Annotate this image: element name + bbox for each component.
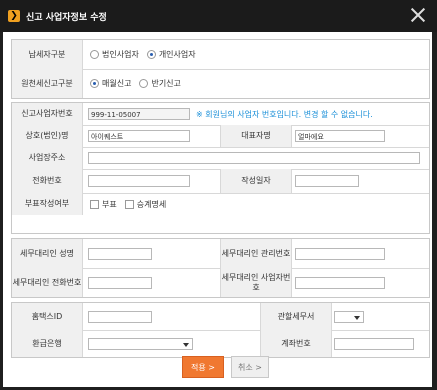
checkbox-icon: [124, 199, 134, 209]
hometax-id-input[interactable]: [88, 310, 152, 323]
agent-mgmt-no-label: 세무대리인 관리번호: [220, 239, 292, 268]
monthly-radio-label: 매월신고: [102, 79, 132, 88]
corporate-radio[interactable]: 법인사업자: [90, 49, 139, 60]
semiannual-radio[interactable]: 반기신고: [139, 78, 181, 89]
address-row: 사업장주소: [12, 147, 429, 170]
tax-agent-group: 세무대리인 성명 세무대리인 관리번호 세무대리인 전화번호 세무대리인 사업자…: [11, 238, 430, 298]
monthly-radio[interactable]: 매월신고: [90, 78, 131, 89]
address-input[interactable]: [88, 152, 420, 164]
agent-phone-input[interactable]: [88, 276, 152, 289]
business-no-row: 신고사업자번호 999-11-05007 ※ 회원님의 사업자 번호입니다. 변…: [12, 103, 429, 126]
refund-bank-select[interactable]: [88, 337, 193, 350]
taxpayer-type-label: 납세자구분: [12, 40, 83, 69]
succession-checkbox[interactable]: 승계명세: [124, 199, 167, 210]
close-icon[interactable]: [409, 6, 427, 24]
phone-row: 전화번호 작성일자: [12, 169, 429, 194]
phone-label: 전화번호: [12, 169, 83, 193]
hometax-id-label: 홈택스ID: [12, 303, 83, 330]
company-name-input[interactable]: 아이퀘스트: [88, 130, 190, 142]
business-no-field: 999-11-05007: [88, 108, 190, 120]
hometax-row: 홈택스ID 관할세무서: [12, 303, 429, 331]
app-logo-icon: ❯: [8, 10, 20, 22]
radio-checked-icon: [90, 79, 99, 88]
account-no-input[interactable]: [334, 337, 414, 350]
dialog-content: 납세자구분 법인사업자 개인사업자 원천세신고구분 매월신고 반기신고 신고사업…: [3, 32, 432, 387]
attachments-label: 부표작성여부: [12, 193, 83, 215]
company-row: 상호(법인)명 아이퀘스트 대표자명 얼마에요: [12, 125, 429, 148]
company-name-label: 상호(법인)명: [12, 125, 83, 147]
taxpayer-group: 납세자구분 법인사업자 개인사업자 원천세신고구분 매월신고 반기신고: [11, 39, 430, 99]
radio-checked-icon: [146, 50, 156, 59]
attachment-checkbox-label: 부표: [102, 199, 117, 209]
semiannual-radio-label: 반기신고: [151, 79, 181, 88]
radio-icon: [90, 50, 99, 59]
agent-mgmt-no-input[interactable]: [295, 247, 385, 260]
agent-phone-label: 세무대리인 전화번호: [12, 268, 83, 297]
bank-row: 환급은행 계좌번호: [12, 330, 429, 357]
representative-label: 대표자명: [220, 125, 292, 147]
agent-name-input[interactable]: [88, 247, 152, 260]
representative-input[interactable]: 얼마에요: [295, 130, 385, 142]
date-label: 작성일자: [220, 169, 292, 193]
corporate-radio-label: 법인사업자: [102, 50, 139, 59]
radio-icon: [139, 79, 149, 88]
withholding-type-label: 원천세신고구분: [12, 69, 83, 98]
succession-checkbox-label: 승계명세: [136, 199, 167, 209]
attachments-row: 부표작성여부 부표 승계명세: [12, 193, 429, 233]
refund-bank-label: 환급은행: [12, 330, 83, 357]
attachment-checkbox[interactable]: 부표: [90, 199, 117, 210]
agent-biz-no-label: 세무대리인 사업자번호: [220, 268, 292, 297]
individual-radio-label: 개인사업자: [158, 50, 196, 59]
business-no-label: 신고사업자번호: [12, 103, 83, 125]
cancel-button[interactable]: 취소 >: [231, 356, 269, 378]
window-title: 신고 사업자정보 수정: [26, 13, 107, 23]
agent-row-1: 세무대리인 성명 세무대리인 관리번호: [12, 239, 429, 269]
agent-row-2: 세무대리인 전화번호 세무대리인 사업자번호: [12, 268, 429, 297]
address-label: 사업장주소: [12, 147, 83, 169]
apply-button[interactable]: 적용 >: [182, 356, 224, 378]
agent-biz-no-input[interactable]: [295, 276, 385, 289]
tax-office-label: 관할세무서: [260, 303, 332, 330]
date-input[interactable]: [295, 175, 359, 187]
agent-name-label: 세무대리인 성명: [12, 239, 83, 268]
taxpayer-type-row: 납세자구분 법인사업자 개인사업자: [12, 40, 429, 70]
title-bar: ❯ 신고 사업자정보 수정: [0, 0, 437, 32]
tax-office-select[interactable]: [334, 310, 364, 323]
checkbox-icon: [90, 199, 99, 209]
business-info-group: 신고사업자번호 999-11-05007 ※ 회원님의 사업자 번호입니다. 변…: [11, 102, 430, 234]
individual-radio[interactable]: 개인사업자: [146, 49, 196, 60]
hometax-group: 홈택스ID 관할세무서 환급은행 계좌번호: [11, 302, 430, 358]
business-no-notice: ※ 회원님의 사업자 번호입니다. 변경 할 수 없습니다.: [196, 109, 373, 119]
phone-input[interactable]: [88, 175, 190, 187]
account-no-label: 계좌번호: [260, 330, 332, 357]
withholding-type-row: 원천세신고구분 매월신고 반기신고: [12, 69, 429, 98]
